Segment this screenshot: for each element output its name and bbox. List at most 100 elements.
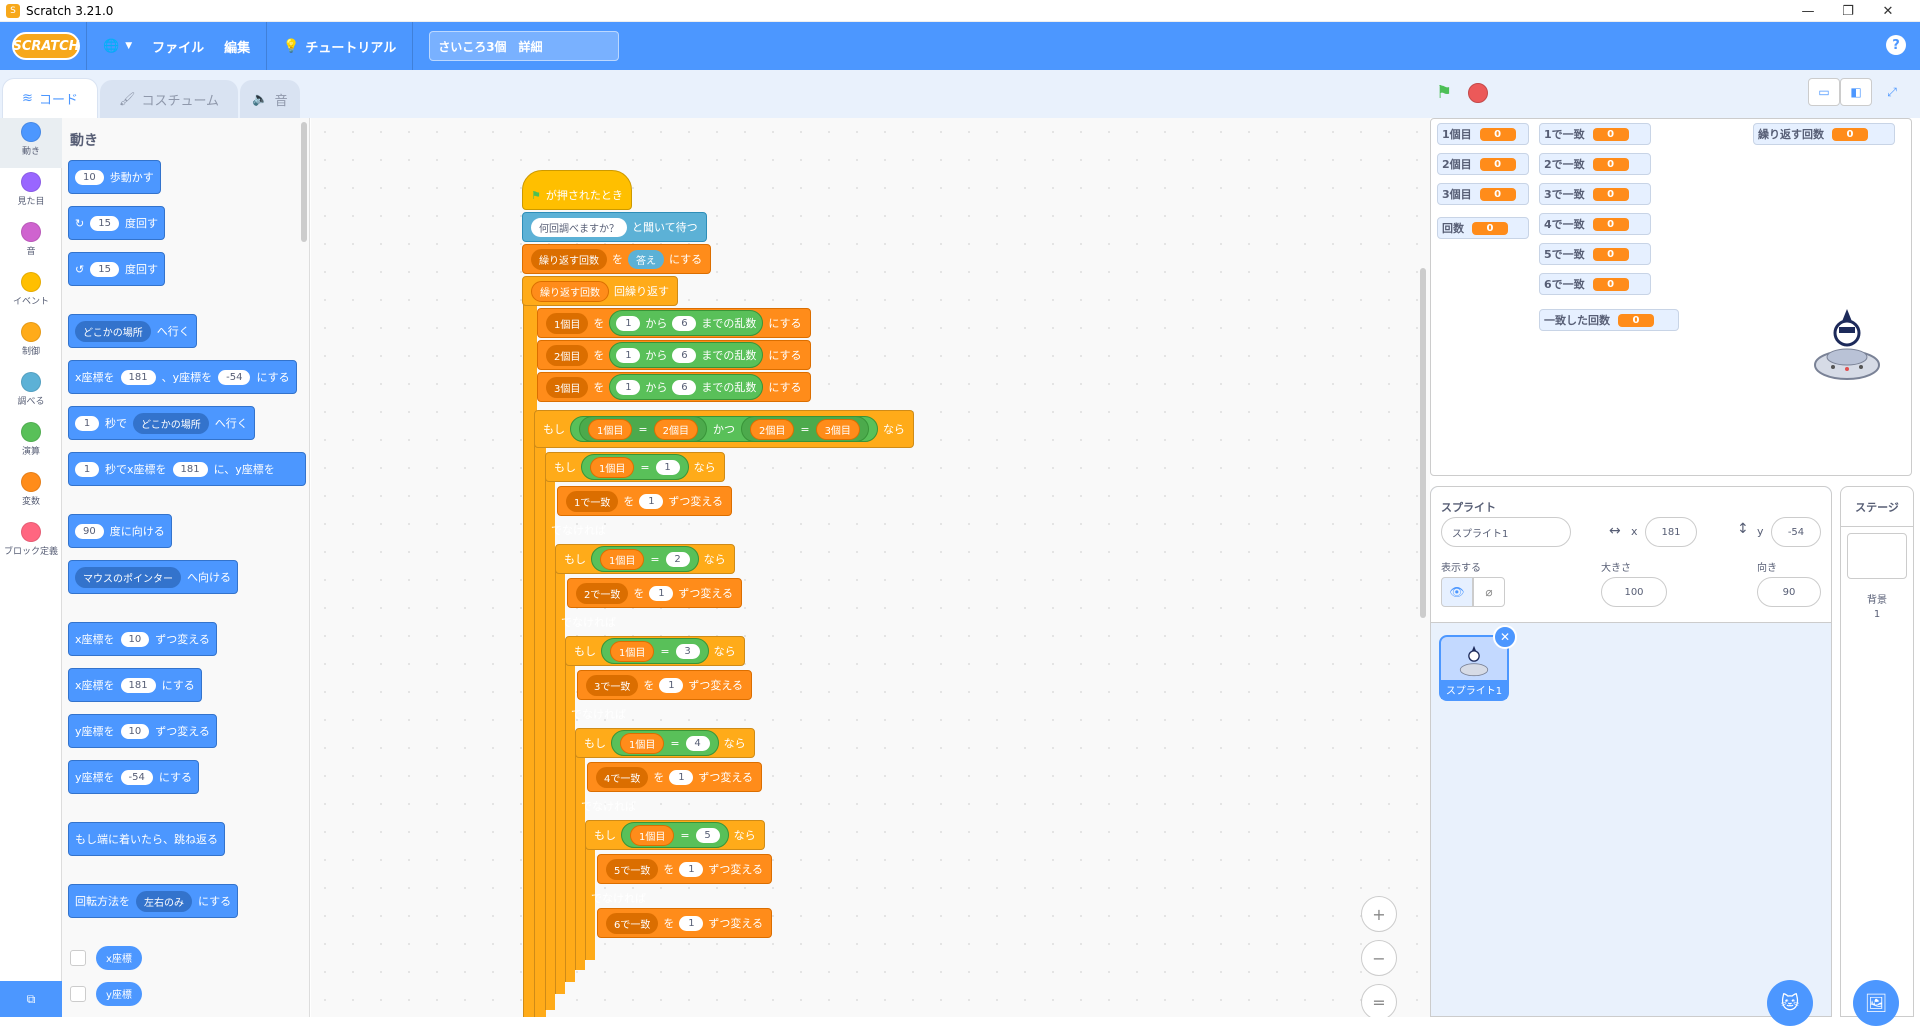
variable-reporter[interactable]: 1個目	[630, 824, 675, 846]
variable-reporter[interactable]: 繰り返す回数	[531, 280, 609, 302]
zoom-out-button[interactable]: −	[1361, 940, 1397, 976]
equals-operator[interactable]: 1個目 = 3	[601, 638, 709, 664]
tutorials-menu[interactable]: 💡 チュートリアル	[273, 22, 406, 70]
if-eq5-block[interactable]: もし 1個目 = 5 なら	[585, 820, 765, 850]
show-sprite-button[interactable]: 👁	[1441, 577, 1473, 607]
add-extension-button[interactable]: ⧉	[0, 981, 62, 1017]
variable-dropdown[interactable]: 1で一致	[566, 490, 619, 512]
goto-block[interactable]: どこかの場所 へ行く	[68, 314, 197, 348]
sprite-character[interactable]	[1811, 305, 1883, 389]
variable-reporter[interactable]: 1個目	[600, 548, 645, 570]
rotation-style-block[interactable]: 回転方法を 左右のみ にする	[68, 884, 239, 918]
variable-reporter[interactable]: 1個目	[588, 418, 633, 440]
block-input[interactable]: 90	[75, 523, 104, 539]
maximize-button[interactable]: ❐	[1828, 0, 1868, 22]
change-c1-block[interactable]: 1で一致を 1 ずつ変える	[557, 486, 733, 516]
variable-dropdown[interactable]: 4で一致	[596, 766, 649, 788]
change-c2-block[interactable]: 2で一致を 1 ずつ変える	[567, 578, 743, 608]
ask-input[interactable]: 何回調べますか？	[531, 217, 627, 237]
if-eq2-block[interactable]: もし 1個目 = 2 なら	[555, 544, 735, 574]
block-input[interactable]: 6	[672, 347, 697, 363]
zoom-in-button[interactable]: +	[1361, 896, 1397, 932]
block-input[interactable]: 3	[675, 643, 700, 659]
glide-xy-block[interactable]: 1 秒でx座標を 181 に、y座標を	[68, 452, 306, 486]
block-input[interactable]: 181	[172, 461, 208, 477]
block-input[interactable]: 6	[672, 315, 697, 331]
y-position-checkbox[interactable]	[70, 986, 86, 1002]
minimize-button[interactable]: —	[1788, 0, 1828, 22]
change-c5-block[interactable]: 5で一致を 1 ずつ変える	[597, 854, 773, 884]
block-input[interactable]: -54	[218, 369, 251, 385]
close-button[interactable]: ✕	[1868, 0, 1908, 22]
delete-sprite-button[interactable]: ✕	[1493, 625, 1517, 649]
set-var1-random-block[interactable]: 1個目を 1 から 6 までの乱数 にする	[537, 308, 811, 338]
block-input[interactable]: 1	[669, 769, 694, 785]
change-c4-block[interactable]: 4で一致を 1 ずつ変える	[587, 762, 763, 792]
variable-dropdown[interactable]: 2で一致	[576, 582, 629, 604]
category-myblocks[interactable]: ブロック定義	[0, 518, 62, 578]
block-input[interactable]: 1	[679, 915, 704, 931]
variable-dropdown[interactable]: 繰り返す回数	[531, 248, 607, 270]
x-position-reporter[interactable]: x座標	[96, 946, 142, 970]
tab-costumes[interactable]: 🖌 コスチューム	[100, 80, 238, 118]
block-input[interactable]: 1	[639, 493, 664, 509]
set-y-block[interactable]: y座標を -54 にする	[68, 760, 199, 794]
script-workspace[interactable]: ⚑ が押されたとき 何回調べますか？ と聞いて待つ 繰り返す回数を答え にする 繰り返…	[311, 118, 1430, 1017]
set-var2-random-block[interactable]: 2個目を 1 から 6 までの乱数 にする	[537, 340, 811, 370]
x-position-checkbox[interactable]	[70, 950, 86, 966]
set-var3-random-block[interactable]: 3個目を 1 から 6 までの乱数 にする	[537, 372, 811, 402]
block-input[interactable]: 1	[616, 379, 641, 395]
change-c6-block[interactable]: 6で一致を 1 ずつ変える	[597, 908, 773, 938]
project-title-input[interactable]: さいころ3個 詳細	[429, 31, 620, 61]
variable-dropdown[interactable]: 5で一致	[606, 858, 659, 880]
block-input[interactable]: 181	[120, 677, 156, 693]
y-position-reporter[interactable]: y座標	[96, 982, 142, 1006]
x-input[interactable]: 181	[1645, 517, 1697, 547]
add-sprite-button[interactable]: 🐱	[1767, 980, 1813, 1026]
change-c3-block[interactable]: 3で一致を 1 ずつ変える	[577, 670, 753, 700]
answer-reporter[interactable]: 答え	[628, 249, 664, 269]
workspace-scrollbar[interactable]	[1420, 268, 1426, 618]
block-input[interactable]: 1	[649, 585, 674, 601]
category-looks[interactable]: 見た目	[0, 168, 62, 218]
category-motion[interactable]: 動き	[0, 118, 62, 168]
block-dropdown[interactable]: どこかの場所	[133, 412, 209, 434]
equals-operator[interactable]: 1個目 = 2	[591, 546, 699, 572]
language-menu[interactable]: 🌐 ▼	[93, 22, 142, 70]
equals-operator[interactable]: 2個目 = 3個目	[740, 416, 869, 442]
backdrop-thumbnail[interactable]	[1847, 533, 1907, 579]
when-flag-clicked-block[interactable]: ⚑ が押されたとき	[522, 170, 632, 210]
scratch-logo[interactable]: SCRATCH	[12, 32, 80, 60]
variable-dropdown[interactable]: 2個目	[546, 344, 589, 366]
if-and-block[interactable]: もし 1個目 = 2個目 かつ 2個目 = 3個目 なら	[534, 410, 914, 448]
variable-reporter[interactable]: 1個目	[590, 456, 635, 478]
block-input[interactable]: -54	[120, 769, 153, 785]
equals-operator[interactable]: 1個目 = 1	[581, 454, 689, 480]
block-input[interactable]: 1	[659, 677, 684, 693]
y-input[interactable]: -54	[1771, 517, 1821, 547]
tab-code[interactable]: ≋ コード	[2, 78, 98, 118]
if-eq4-block[interactable]: もし 1個目 = 4 なら	[575, 728, 755, 758]
category-sensing[interactable]: 調べる	[0, 368, 62, 418]
block-input[interactable]: 1	[75, 415, 99, 431]
block-input[interactable]: 10	[120, 631, 150, 647]
size-input[interactable]: 100	[1601, 577, 1667, 607]
turn-left-block[interactable]: ↺ 15 度回す	[68, 252, 165, 286]
block-input[interactable]: 181	[120, 369, 156, 385]
palette-scrollbar[interactable]	[301, 122, 307, 242]
variable-reporter[interactable]: 2個目	[749, 418, 795, 440]
block-input[interactable]: 10	[75, 169, 104, 185]
category-events[interactable]: イベント	[0, 268, 62, 318]
small-stage-button[interactable]: ▭	[1808, 78, 1840, 106]
change-y-block[interactable]: y座標を 10 ずつ変える	[68, 714, 217, 748]
edit-menu[interactable]: 編集	[214, 22, 260, 70]
block-input[interactable]: 5	[695, 827, 720, 843]
stop-icon[interactable]	[1468, 83, 1488, 103]
point-towards-block[interactable]: マウスのポインター へ向ける	[68, 560, 238, 594]
if-eq3-block[interactable]: もし 1個目 = 3 なら	[565, 636, 745, 666]
set-variable-block[interactable]: 繰り返す回数を答え にする	[522, 244, 712, 274]
block-input[interactable]: 1	[679, 861, 704, 877]
and-operator[interactable]: 1個目 = 2個目 かつ 2個目 = 3個目	[570, 416, 878, 442]
stage-canvas[interactable]: 1個目 0 2個目 0 3個目 0 回数 0 1で一致 0 2で一致 0 3で一致 0 4で一…	[1430, 118, 1912, 476]
random-operator[interactable]: 1 から 6 までの乱数	[609, 374, 764, 400]
